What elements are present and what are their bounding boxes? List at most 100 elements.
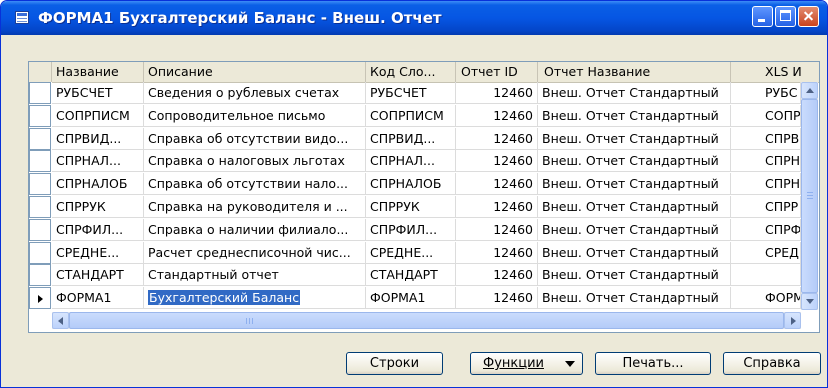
cell-xls[interactable]: РУБС [731, 82, 801, 104]
cell-code[interactable]: РУБСЧЕТ [366, 82, 456, 104]
cell-report[interactable]: Внеш. Отчет Стандартный [538, 264, 731, 287]
functions-button[interactable]: Функции [470, 352, 583, 375]
row-selector[interactable] [29, 218, 51, 241]
row-selector[interactable] [29, 264, 51, 287]
cell-xls[interactable]: СПРН [731, 173, 801, 196]
cell-id[interactable]: 12460 [456, 241, 538, 264]
cell-desc[interactable]: Расчет среднесписочной чис... [144, 241, 366, 264]
cell-desc[interactable]: Справка об отсутствии видо... [144, 127, 366, 150]
scroll-left-button[interactable] [52, 312, 69, 329]
cell-name[interactable]: СПРНАЛОБ [52, 173, 144, 196]
scroll-right-button[interactable] [784, 312, 801, 329]
cell-code[interactable]: СПРФИЛ... [366, 218, 456, 241]
cell-xls[interactable]: СОПР [731, 104, 801, 127]
table-row[interactable]: СПРВИД... Справка об отсутствии видо... СП… [29, 127, 819, 150]
cell-name[interactable]: СПРВИД... [52, 127, 144, 150]
cell-name[interactable]: СОПРПИСМ [52, 104, 144, 127]
row-selector[interactable] [29, 104, 51, 127]
row-selector[interactable] [29, 150, 51, 173]
cell-id[interactable]: 12460 [456, 287, 538, 310]
row-selector[interactable] [29, 173, 51, 196]
rows-button[interactable]: Строки [346, 352, 443, 375]
table-row[interactable]: СПРРУК Справка на руководителя и ... СПРРУ… [29, 196, 819, 218]
cell-code[interactable]: СПРРУК [366, 196, 456, 218]
help-button[interactable]: Справка [723, 352, 821, 375]
cell-id[interactable]: 12460 [456, 104, 538, 127]
cell-report[interactable]: Внеш. Отчет Стандартный [538, 173, 731, 196]
table-row[interactable]: СПРНАЛОБ Справка об отсутствии нало... СПР… [29, 173, 819, 196]
cell-xls[interactable]: СПРВ [731, 127, 801, 150]
cell-desc[interactable]: Справка на руководителя и ... [144, 196, 366, 218]
table-row[interactable]: РУБСЧЕТ Сведения о рублевых счетах РУБСЧЕТ… [29, 82, 819, 104]
scroll-up-button[interactable] [801, 82, 818, 99]
cell-desc[interactable]: Бухгалтерский Баланс [144, 287, 366, 310]
cell-xls[interactable]: СПРР [731, 196, 801, 218]
cell-desc[interactable]: Справка о наличии филиало... [144, 218, 366, 241]
cell-report[interactable]: Внеш. Отчет Стандартный [538, 127, 731, 150]
cell-id[interactable]: 12460 [456, 264, 538, 287]
cell-report[interactable]: Внеш. Отчет Стандартный [538, 287, 731, 310]
cell-id[interactable]: 12460 [456, 150, 538, 173]
cell-name[interactable]: СПРФИЛ... [52, 218, 144, 241]
title-bar[interactable]: ФОРМА1 Бухгалтерский Баланс - Внеш. Отче… [1, 1, 827, 35]
cell-id[interactable]: 12460 [456, 218, 538, 241]
table-row[interactable]: СРЕДНЕ... Расчет среднесписочной чис... СР… [29, 241, 819, 264]
cell-name[interactable]: СПРНАЛ... [52, 150, 144, 173]
minimize-button[interactable] [752, 6, 773, 27]
cell-code[interactable]: СОПРПИСМ [366, 104, 456, 127]
cell-xls[interactable]: СПРФ [731, 218, 801, 241]
cell-id[interactable]: 12460 [456, 196, 538, 218]
close-button[interactable] [798, 6, 819, 27]
table-row[interactable]: СПРФИЛ... Справка о наличии филиало... СПР… [29, 218, 819, 241]
cell-code[interactable]: СРЕДНЕ... [366, 241, 456, 264]
cell-report[interactable]: Внеш. Отчет Стандартный [538, 218, 731, 241]
cell-name[interactable]: ФОРМА1 [52, 287, 144, 310]
cell-id[interactable]: 12460 [456, 82, 538, 104]
cell-report[interactable]: Внеш. Отчет Стандартный [538, 104, 731, 127]
column-header-report-id[interactable]: Отчет ID [456, 62, 538, 82]
column-header-xls[interactable]: XLS И [731, 62, 801, 82]
cell-code[interactable]: СТАНДАРТ [366, 264, 456, 287]
cell-report[interactable]: Внеш. Отчет Стандартный [538, 150, 731, 173]
cell-code[interactable]: СПРВИД... [366, 127, 456, 150]
table-row[interactable]: СПРНАЛ... Справка о налоговых льготах СПРН… [29, 150, 819, 173]
cell-name[interactable]: СРЕДНЕ... [52, 241, 144, 264]
cell-desc[interactable]: Сведения о рублевых счетах [144, 82, 366, 104]
vertical-scroll-thumb[interactable] [801, 99, 818, 293]
cell-report[interactable]: Внеш. Отчет Стандартный [538, 82, 731, 104]
cell-xls[interactable] [731, 264, 801, 287]
vertical-scrollbar[interactable] [801, 82, 818, 310]
cell-xls[interactable]: ФОРМ [731, 287, 801, 310]
row-selector[interactable] [29, 241, 51, 264]
cell-code[interactable]: СПРНАЛОБ [366, 173, 456, 196]
cell-name[interactable]: СТАНДАРТ [52, 264, 144, 287]
cell-desc[interactable]: Стандартный отчет [144, 264, 366, 287]
table-row[interactable]: ФОРМА1 Бухгалтерский Баланс ФОРМА1 12460 Вне… [29, 287, 819, 310]
row-selector[interactable] [29, 82, 51, 104]
cell-id[interactable]: 12460 [456, 173, 538, 196]
cell-report[interactable]: Внеш. Отчет Стандартный [538, 241, 731, 264]
column-header-name[interactable]: Название [52, 62, 144, 82]
scroll-down-button[interactable] [801, 293, 818, 310]
row-selector[interactable] [29, 196, 51, 218]
row-selector[interactable] [29, 287, 51, 310]
cell-xls[interactable]: СРЕД [731, 241, 801, 264]
cell-desc[interactable]: Сопроводительное письмо [144, 104, 366, 127]
table-row[interactable]: СТАНДАРТ Стандартный отчет СТАНДАРТ 12460 Вн… [29, 264, 819, 287]
maximize-button[interactable] [775, 6, 796, 27]
cell-id[interactable]: 12460 [456, 127, 538, 150]
cell-name[interactable]: СПРРУК [52, 196, 144, 218]
column-header-report-name[interactable]: Отчет Название [538, 62, 731, 82]
horizontal-scroll-thumb[interactable] [69, 312, 784, 329]
cell-xls[interactable]: СПРН [731, 150, 801, 173]
cell-code[interactable]: ФОРМА1 [366, 287, 456, 310]
cell-desc[interactable]: Справка о налоговых льготах [144, 150, 366, 173]
cell-name[interactable]: РУБСЧЕТ [52, 82, 144, 104]
horizontal-scrollbar[interactable] [52, 312, 801, 329]
row-selector[interactable] [29, 127, 51, 150]
cell-desc[interactable]: Справка об отсутствии нало... [144, 173, 366, 196]
print-button[interactable]: Печать... [595, 352, 711, 375]
cell-report[interactable]: Внеш. Отчет Стандартный [538, 196, 731, 218]
column-header-description[interactable]: Описание [144, 62, 366, 82]
column-header-code[interactable]: Код Сло... [366, 62, 456, 82]
